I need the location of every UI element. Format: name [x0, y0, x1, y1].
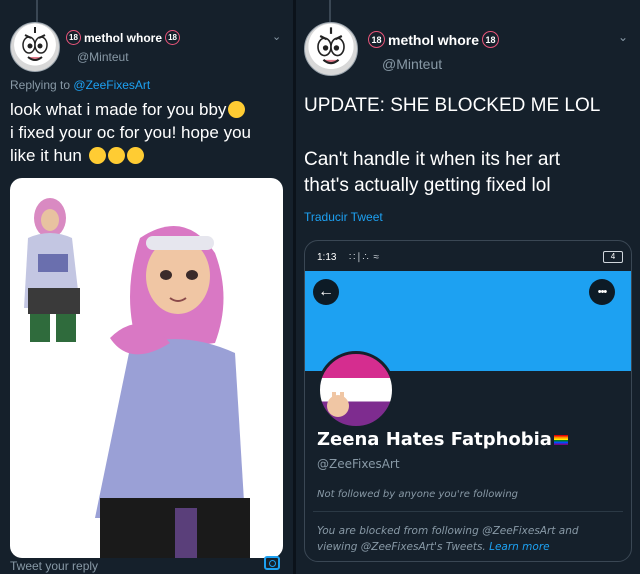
replying-to: Replying to @ZeeFixesArt — [10, 78, 150, 92]
kiss-face-emoji-icon — [107, 147, 125, 164]
more-dots-icon[interactable]: ••• — [589, 279, 615, 305]
user-handle[interactable]: @Minteut — [77, 50, 129, 64]
attached-image[interactable] — [10, 178, 283, 558]
tweet-text: UPDATE: SHE BLOCKED ME LOL — [304, 93, 634, 119]
pride-flag-icon — [553, 435, 568, 445]
age-badge: 18 — [482, 31, 500, 48]
status-bar: 1:13 ∷∣∴ ≈ 4 — [305, 249, 631, 267]
embedded-screenshot[interactable]: 1:13 ∷∣∴ ≈ 4 ← ••• Zeena Hates Fatphobia… — [304, 240, 632, 562]
blocked-message: You are blocked from following @ZeeFixes… — [317, 523, 617, 555]
tweet-text-line: that's actually getting fixed lol — [304, 175, 551, 196]
heart-face-emoji-icon — [228, 101, 246, 118]
tweet-text-line: Can't handle it when its her art — [304, 149, 561, 170]
profile-avatar[interactable] — [317, 351, 395, 429]
reply-to-link[interactable]: @ZeeFixesArt — [73, 78, 150, 92]
age-badge: 18 — [165, 30, 181, 45]
tweet-text-line: UPDATE: SHE BLOCKED ME LOL — [304, 95, 601, 116]
status-time: 1:13 — [317, 252, 337, 263]
display-name-row[interactable]: 18 methol whore 18 — [66, 30, 181, 45]
thread-line — [329, 0, 331, 22]
tweet-text-line: look what i made for you bby — [10, 100, 227, 119]
profile-avatar-drawing — [327, 392, 349, 417]
display-name[interactable]: methol whore — [388, 32, 479, 48]
tweet-text-line: like it hun — [10, 146, 82, 165]
user-avatar[interactable] — [304, 22, 358, 76]
display-name-row[interactable]: 18 methol whore 18 — [368, 31, 500, 48]
profile-name: Zeena Hates Fatphobia — [317, 429, 568, 450]
reply-prefix: Replying to — [10, 78, 71, 92]
tweet-text: Can't handle it when its her art that's … — [304, 147, 634, 199]
chevron-down-icon[interactable]: ⌄ — [272, 30, 281, 43]
profile-name-text: Zeena Hates Fatphobia — [317, 429, 552, 450]
back-arrow-icon[interactable]: ← — [313, 279, 339, 305]
translate-link[interactable]: Traducir Tweet — [304, 210, 383, 224]
signal-wifi-icon: ∷∣∴ ≈ — [349, 252, 380, 263]
thread-line — [36, 0, 38, 22]
divider — [313, 511, 623, 512]
learn-more-link[interactable]: Learn more — [489, 541, 549, 553]
camera-icon[interactable] — [264, 556, 280, 570]
avatar-drawing — [22, 27, 48, 61]
user-handle[interactable]: @Minteut — [382, 56, 442, 72]
character-artwork — [24, 198, 250, 558]
reply-input[interactable]: Tweet your reply — [10, 559, 98, 573]
user-avatar[interactable] — [10, 22, 60, 72]
tweet-text: look what i made for you bby i fixed you… — [10, 98, 288, 167]
display-name[interactable]: methol whore — [84, 31, 162, 45]
tweet-text-line: i fixed your oc for you! hope you — [10, 123, 251, 142]
age-badge: 18 — [66, 30, 81, 45]
smile-face-emoji-icon — [126, 147, 144, 164]
avatar-drawing — [317, 27, 345, 65]
profile-handle: @ZeeFixesArt — [317, 457, 400, 471]
follow-status: Not followed by anyone you're following — [317, 489, 519, 500]
kiss-face-emoji-icon — [88, 147, 106, 164]
age-badge: 18 — [368, 31, 385, 48]
battery-icon: 4 — [603, 251, 623, 263]
chevron-down-icon[interactable]: ⌄ — [618, 30, 628, 44]
